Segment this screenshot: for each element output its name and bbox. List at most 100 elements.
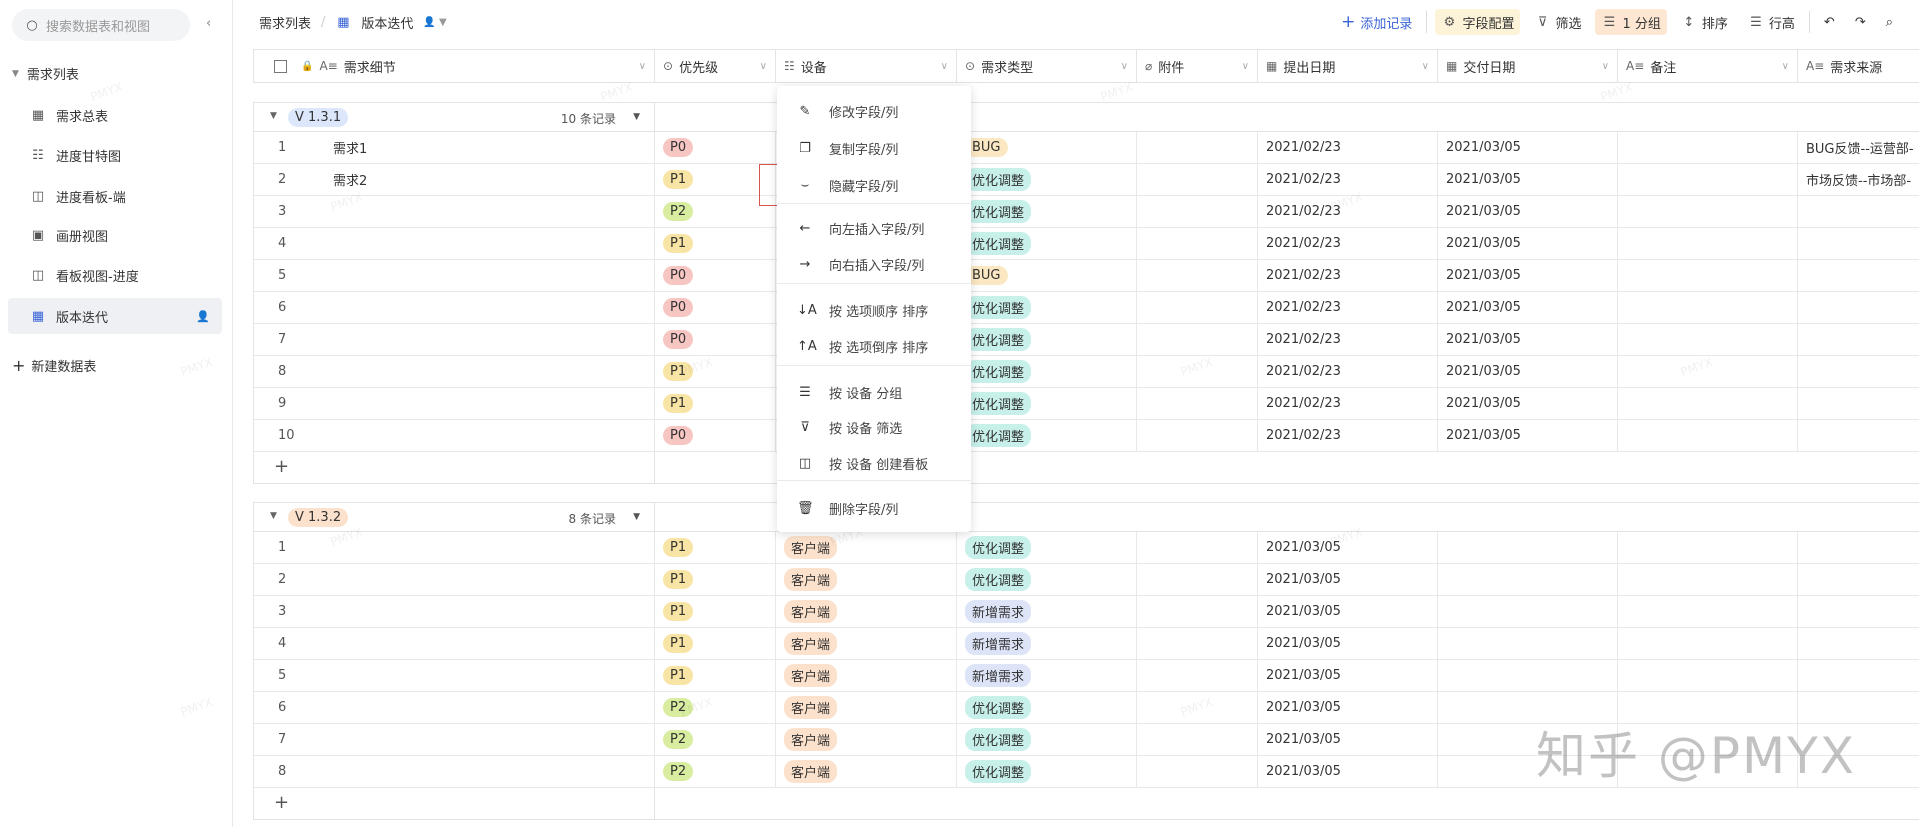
row-cell[interactable]: 6 xyxy=(253,692,655,724)
row-cell[interactable] xyxy=(1438,564,1618,596)
undo-icon[interactable]: ↶ xyxy=(1818,9,1841,35)
menu-item[interactable]: ← 向左插入字段/列 xyxy=(777,211,971,245)
row-cell[interactable] xyxy=(1798,532,1919,564)
row-cell[interactable] xyxy=(1618,260,1798,292)
group-menu-icon[interactable]: ▼ xyxy=(633,512,640,522)
column-header[interactable]: ☷ 设备 ∨ xyxy=(776,49,957,83)
row-cell[interactable]: 客户端 xyxy=(776,724,957,756)
caret-down-icon[interactable]: ▼ xyxy=(270,111,277,121)
row-cell[interactable] xyxy=(1137,196,1258,228)
row-cell[interactable]: 2021/03/05 xyxy=(1258,596,1438,628)
sidebar-item[interactable]: ▦ 需求总表 xyxy=(8,97,222,133)
new-table-button[interactable]: + 新建数据表 xyxy=(12,356,96,375)
row-cell[interactable]: 2021/03/05 xyxy=(1438,420,1618,452)
row-cell[interactable] xyxy=(1798,628,1919,660)
row-cell[interactable]: 2021/03/05 xyxy=(1438,164,1618,196)
row-cell[interactable]: 2021/02/23 xyxy=(1258,164,1438,196)
row-cell[interactable] xyxy=(1618,660,1798,692)
search-records-icon[interactable]: ⌕ xyxy=(1880,9,1899,35)
chevron-down-icon[interactable]: ∨ xyxy=(1242,61,1249,72)
sidebar-item[interactable]: ☷ 进度甘特图 xyxy=(8,137,222,173)
row-cell[interactable] xyxy=(1618,196,1798,228)
collapse-sidebar-icon[interactable]: ‹ xyxy=(206,16,211,31)
row-cell[interactable]: 2021/03/05 xyxy=(1438,228,1618,260)
column-header[interactable]: ⊙ 优先级 ∨ xyxy=(655,49,776,83)
sidebar-item[interactable]: ◫ 进度看板-端 xyxy=(8,178,222,214)
row-cell[interactable] xyxy=(1798,660,1919,692)
row-cell[interactable]: 市场反馈--市场部- xyxy=(1798,164,1919,196)
row-cell[interactable]: 2021/02/23 xyxy=(1258,420,1438,452)
row-cell[interactable]: 8 xyxy=(253,756,655,788)
row-cell[interactable]: P2 xyxy=(655,756,776,788)
menu-item[interactable]: ⌣ 隐藏字段/列 xyxy=(777,168,971,202)
row-cell[interactable]: 优化调整 xyxy=(957,692,1137,724)
row-cell[interactable] xyxy=(1438,660,1618,692)
chevron-down-icon[interactable]: ∨ xyxy=(1602,61,1609,72)
row-cell[interactable]: 客户端 xyxy=(776,564,957,596)
row-cell[interactable] xyxy=(1798,196,1919,228)
row-cell[interactable]: 2021/02/23 xyxy=(1258,324,1438,356)
menu-item[interactable]: 🗑 删除字段/列 xyxy=(777,491,971,525)
row-cell[interactable]: 7 xyxy=(253,324,655,356)
row-cell[interactable]: 3 xyxy=(253,596,655,628)
add-record-button[interactable]: + 添加记录 xyxy=(1335,9,1418,35)
row-cell[interactable]: 5 xyxy=(253,660,655,692)
row-cell[interactable]: P1 xyxy=(655,564,776,596)
row-cell[interactable]: 1 xyxy=(253,532,655,564)
row-cell[interactable]: 客户端 xyxy=(776,532,957,564)
table-row[interactable]: 1 需求1 P0 BUG 2021/02/23 2021/03/05 BUG反馈--运营部- xyxy=(253,132,1919,164)
field-config-button[interactable]: ⚙ 字段配置 xyxy=(1435,9,1521,35)
chevron-down-icon[interactable]: ∨ xyxy=(760,61,767,72)
row-cell[interactable] xyxy=(1137,132,1258,164)
row-cell[interactable] xyxy=(1618,564,1798,596)
group-header[interactable]: ▼ V 1.3.2 8 条记录 ▼ xyxy=(253,502,655,532)
row-cell[interactable]: 2021/03/05 xyxy=(1258,660,1438,692)
row-cell[interactable]: P0 xyxy=(655,292,776,324)
row-cell[interactable]: 优化调整 xyxy=(957,724,1137,756)
table-row[interactable]: 9 P1 优化调整 2021/02/23 2021/03/05 xyxy=(253,388,1919,420)
table-row[interactable]: 4 P1 优化调整 2021/02/23 2021/03/05 xyxy=(253,228,1919,260)
table-row[interactable]: 5 P0 BUG 2021/02/23 2021/03/05 xyxy=(253,260,1919,292)
row-cell[interactable]: P1 xyxy=(655,660,776,692)
table-row[interactable]: 10 P0 优化调整 2021/02/23 2021/03/05 xyxy=(253,420,1919,452)
row-cell[interactable]: 9 xyxy=(253,388,655,420)
row-cell[interactable]: P0 xyxy=(655,324,776,356)
row-cell[interactable] xyxy=(1798,356,1919,388)
row-cell[interactable] xyxy=(1137,292,1258,324)
row-cell[interactable] xyxy=(1137,564,1258,596)
row-cell[interactable]: 客户端 xyxy=(776,756,957,788)
row-cell[interactable] xyxy=(1438,628,1618,660)
row-cell[interactable]: 2021/03/05 xyxy=(1258,724,1438,756)
row-cell[interactable]: 4 xyxy=(253,228,655,260)
row-cell[interactable] xyxy=(1618,596,1798,628)
row-cell[interactable]: 2021/03/05 xyxy=(1258,628,1438,660)
row-cell[interactable]: 优化调整 xyxy=(957,196,1137,228)
row-cell[interactable]: P1 xyxy=(655,228,776,260)
row-cell[interactable]: 2021/03/05 xyxy=(1258,564,1438,596)
row-cell[interactable]: 客户端 xyxy=(776,692,957,724)
table-row[interactable]: 3 P1 客户端 新增需求 2021/03/05 xyxy=(253,596,1919,628)
row-cell[interactable] xyxy=(1798,260,1919,292)
row-cell[interactable]: 优化调整 xyxy=(957,164,1137,196)
row-cell[interactable] xyxy=(1438,596,1618,628)
menu-item[interactable]: ⊽ 按 设备 筛选 xyxy=(777,410,971,444)
row-cell[interactable]: 优化调整 xyxy=(957,356,1137,388)
sidebar-item[interactable]: ◫ 看板视图-进度 xyxy=(8,257,222,293)
row-cell[interactable] xyxy=(1137,596,1258,628)
row-cell[interactable]: 优化调整 xyxy=(957,324,1137,356)
row-cell[interactable]: P0 xyxy=(655,420,776,452)
row-cell[interactable] xyxy=(1798,228,1919,260)
row-cell[interactable]: 1 需求1 xyxy=(253,132,655,164)
row-cell[interactable] xyxy=(1618,388,1798,420)
row-cell[interactable]: 优化调整 xyxy=(957,756,1137,788)
row-cell[interactable]: 2021/03/05 xyxy=(1438,132,1618,164)
row-cell[interactable] xyxy=(1137,420,1258,452)
row-cell[interactable]: P1 xyxy=(655,532,776,564)
row-cell[interactable]: 2021/02/23 xyxy=(1258,388,1438,420)
row-cell[interactable]: 优化调整 xyxy=(957,532,1137,564)
row-cell[interactable] xyxy=(1137,388,1258,420)
row-height-button[interactable]: ☰ 行高 xyxy=(1742,9,1801,35)
table-row[interactable]: 1 P1 客户端 优化调整 2021/03/05 xyxy=(253,532,1919,564)
column-header[interactable]: ⌀ 附件 ∨ xyxy=(1137,49,1258,83)
row-cell[interactable] xyxy=(1137,756,1258,788)
